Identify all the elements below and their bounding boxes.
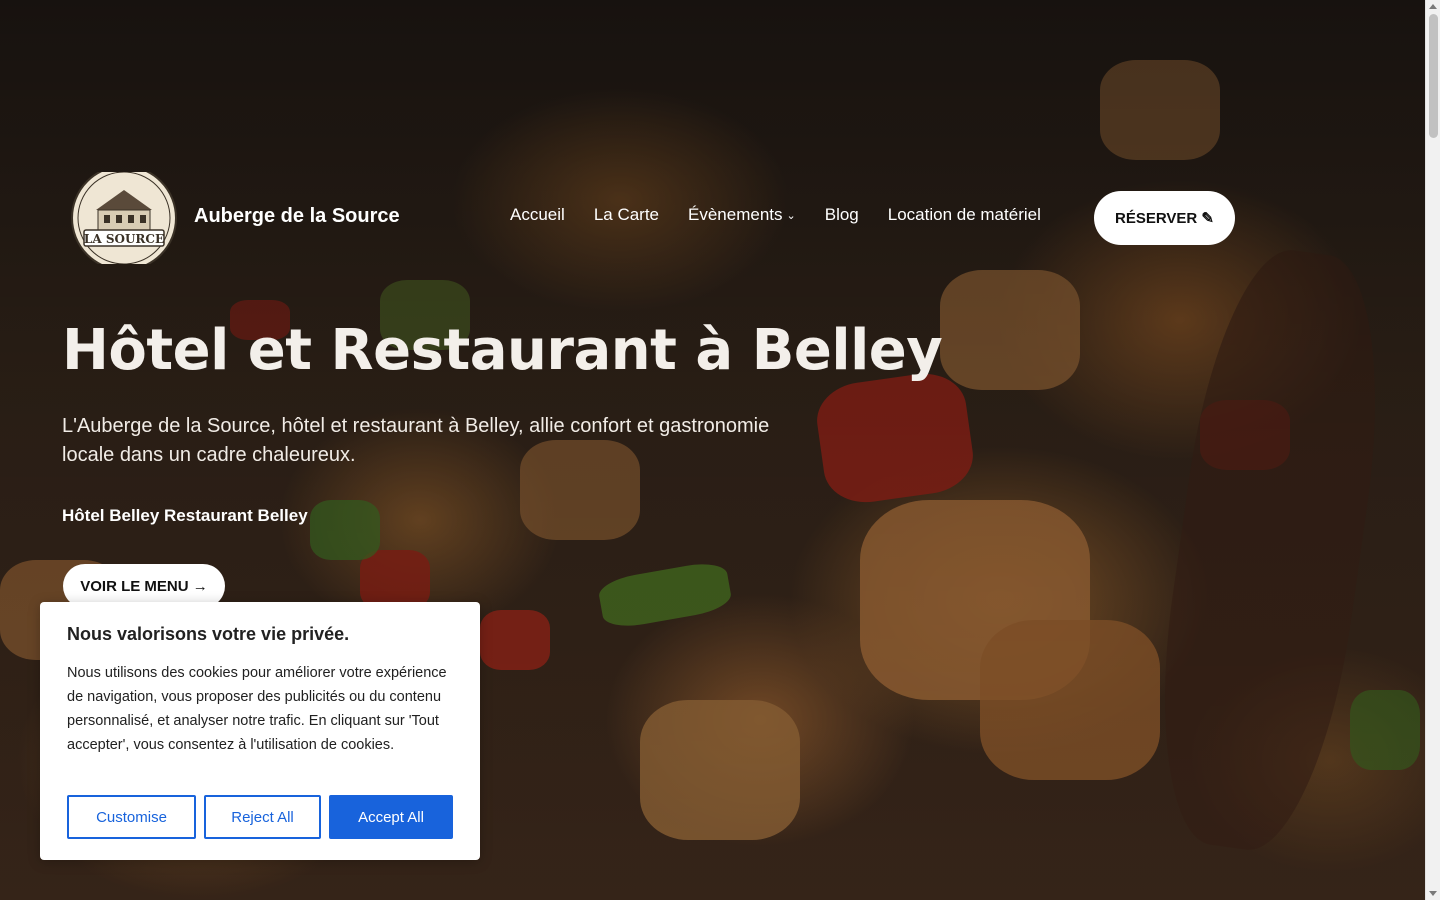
chevron-down-icon: ⌄ bbox=[786, 209, 796, 222]
nav-accueil[interactable]: Accueil bbox=[510, 205, 565, 225]
svg-text:LA SOURCE: LA SOURCE bbox=[84, 232, 164, 246]
scrollbar-thumb[interactable] bbox=[1429, 14, 1438, 138]
main-nav: Accueil La Carte Évènements ⌄ Blog Locati… bbox=[510, 205, 1041, 225]
scroll-down-arrow-icon[interactable] bbox=[1429, 891, 1437, 896]
hero-tags: Hôtel Belley Restaurant Belley bbox=[62, 506, 308, 525]
site-logo[interactable]: LA SOURCE bbox=[70, 165, 178, 271]
reject-all-button[interactable]: Reject All bbox=[204, 795, 321, 839]
nav-blog[interactable]: Blog bbox=[825, 205, 859, 225]
cookie-buttons: Customise Reject All Accept All bbox=[67, 795, 453, 839]
scroll-up-arrow-icon[interactable] bbox=[1429, 4, 1437, 9]
nav-la-carte[interactable]: La Carte bbox=[594, 205, 659, 225]
brand-name[interactable]: Auberge de la Source bbox=[194, 205, 400, 228]
cookie-consent-banner: Nous valorisons votre vie privée. Nous u… bbox=[40, 602, 480, 860]
page-title: Hôtel et Restaurant à Belley bbox=[62, 318, 943, 383]
hero-description: L'Auberge de la Source, hôtel et restaur… bbox=[62, 415, 770, 466]
nav-location-materiel[interactable]: Location de matériel bbox=[888, 205, 1041, 225]
page-scrollbar[interactable] bbox=[1425, 0, 1440, 900]
cookie-title: Nous valorisons votre vie privée. bbox=[67, 624, 350, 644]
reserve-button[interactable]: RÉSERVER ✎ bbox=[1094, 191, 1235, 245]
cookie-text: Nous utilisons des cookies pour améliore… bbox=[67, 665, 447, 753]
accept-all-button[interactable]: Accept All bbox=[329, 795, 453, 839]
nav-evenements[interactable]: Évènements ⌄ bbox=[688, 205, 796, 225]
customise-button[interactable]: Customise bbox=[67, 795, 196, 839]
